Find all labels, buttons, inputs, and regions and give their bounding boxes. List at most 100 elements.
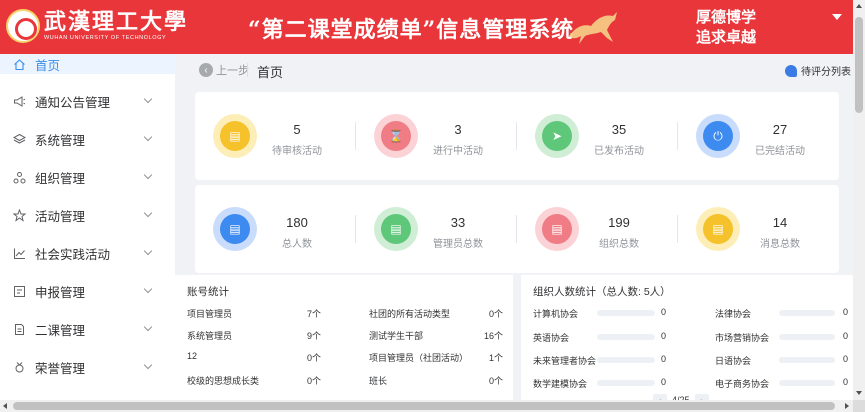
- list-item-value: 0: [661, 377, 667, 387]
- progress-bar: [597, 310, 655, 316]
- scrollbar-thumb[interactable]: [13, 402, 835, 410]
- scroll-right-arrow-icon[interactable]: [845, 403, 849, 409]
- list-item-value: 0: [661, 307, 667, 317]
- list-item: 项目管理员（社团活动）: [369, 353, 469, 363]
- list-item: 系统管理员: [187, 331, 233, 341]
- member-stats-card: ▤ 180 总人数 ▤ 33 管理员总数 ▤ 199 组织总数 ▤ 14 消息总…: [195, 185, 839, 273]
- document-icon: [12, 322, 26, 336]
- chevron-down-icon: [143, 322, 153, 332]
- sidebar-item-social-practice[interactable]: 社会实践活动: [0, 234, 175, 272]
- list-item: 未来管理者协会: [533, 356, 597, 366]
- send-icon: ➤: [542, 121, 572, 151]
- sidebar-item-organization[interactable]: 组织管理: [0, 158, 175, 196]
- list-item: 英语协会: [533, 333, 570, 343]
- galloping-horse-icon: [569, 12, 617, 44]
- vertical-scrollbar[interactable]: [853, 0, 865, 400]
- sidebar-item-activities[interactable]: 活动管理: [0, 196, 175, 234]
- list-item: 计算机协会: [533, 309, 579, 319]
- file-clock-icon: ▤: [381, 214, 411, 244]
- list-item-count: 9个: [306, 331, 321, 341]
- list-item-value: 0: [843, 307, 849, 317]
- scroll-left-arrow-icon[interactable]: [3, 403, 7, 409]
- megaphone-icon: [12, 94, 26, 108]
- sidebar-item-applications[interactable]: 申报管理: [0, 272, 175, 310]
- scroll-up-arrow-icon[interactable]: [856, 4, 862, 8]
- sidebar-item-notices[interactable]: 通知公告管理: [0, 82, 175, 120]
- list-item-count: 7个: [306, 309, 321, 319]
- chevron-down-icon: [143, 170, 153, 180]
- breadcrumb-divider: [247, 63, 248, 77]
- list-item-value: 0: [661, 331, 667, 341]
- list-item-count: 1个: [488, 353, 503, 363]
- logo-chinese-name: 武漢理工大學: [44, 9, 189, 35]
- stat-pending-activities[interactable]: ▤ 5 待审核活动: [195, 92, 355, 180]
- list-item: 测试学生干部: [369, 331, 424, 341]
- stat-total-admins[interactable]: ▤ 33 管理员总数: [356, 185, 516, 273]
- account-stats-panel: 账号统计 项目管理员 7个 系统管理员 9个 12 0个 校级的思想成长类 0个…: [175, 275, 513, 400]
- list-item-count: 0个: [306, 353, 321, 363]
- sidebar-item-system[interactable]: 系统管理: [0, 120, 175, 158]
- home-icon: [12, 57, 26, 71]
- medal-icon: [12, 360, 26, 374]
- stat-completed-activities[interactable]: ⏻ 27 已完结活动: [678, 92, 838, 180]
- form-icon: [12, 284, 26, 298]
- stat-total-messages[interactable]: ▤ 14 消息总数: [678, 185, 838, 273]
- stat-published-activities[interactable]: ➤ 35 已发布活动: [517, 92, 677, 180]
- progress-bar: [779, 310, 835, 316]
- chevron-down-icon: [143, 132, 153, 142]
- file-clock-icon: ▤: [703, 214, 733, 244]
- progress-bar: [597, 357, 655, 363]
- scrollbar-corner: [853, 400, 865, 412]
- horizontal-scrollbar[interactable]: [0, 400, 853, 412]
- stat-total-organizations[interactable]: ▤ 199 组织总数: [517, 185, 677, 273]
- stat-ongoing-activities[interactable]: ⌛ 3 进行中活动: [356, 92, 516, 180]
- power-icon: ⏻: [703, 121, 733, 151]
- chevron-left-icon: ‹: [199, 63, 213, 77]
- list-item: 12: [187, 351, 198, 361]
- progress-bar: [779, 380, 835, 386]
- scrollbar-thumb[interactable]: [855, 17, 863, 113]
- file-icon: ▤: [220, 121, 250, 151]
- file-clock-icon: ▤: [220, 214, 250, 244]
- system-title: “第二课堂成绩单”信息管理系统: [248, 17, 575, 43]
- page-title: 首页: [257, 65, 284, 80]
- university-logo[interactable]: 武漢理工大學 WUHAN UNIVERSITY OF TECHNOLOGY: [6, 9, 188, 43]
- progress-bar: [597, 334, 655, 340]
- star-icon: [12, 208, 26, 222]
- sidebar-item-home[interactable]: 首页: [0, 54, 175, 74]
- line-chart-icon: [12, 246, 26, 260]
- chevron-down-icon: [143, 360, 153, 370]
- list-item: 班长: [369, 376, 388, 386]
- progress-bar: [779, 334, 835, 340]
- sidebar-item-second-classroom[interactable]: 二课管理: [0, 310, 175, 348]
- progress-bar: [779, 357, 835, 363]
- breadcrumb: ‹ 上一步 首页 待评分列表: [175, 54, 853, 86]
- university-motto: 厚德博学 追求卓越: [696, 9, 757, 46]
- progress-bar: [597, 380, 655, 386]
- back-button[interactable]: ‹ 上一步: [199, 62, 249, 78]
- list-item-value: 0: [843, 354, 849, 364]
- sidebar-item-honors[interactable]: 荣誉管理: [0, 348, 175, 386]
- chevron-down-icon: [143, 208, 153, 218]
- list-item-value: 0: [843, 331, 849, 341]
- chevron-down-icon: [143, 94, 153, 104]
- user-menu-chevron-down-icon[interactable]: [832, 14, 842, 20]
- stat-total-people[interactable]: ▤ 180 总人数: [195, 185, 355, 273]
- list-item-count: 0个: [488, 309, 503, 319]
- list-item: 市场营销协会: [715, 333, 770, 343]
- list-item-value: 0: [843, 377, 849, 387]
- layers-icon: [12, 132, 26, 146]
- scroll-down-arrow-icon[interactable]: [856, 391, 862, 395]
- file-clock-icon: ▤: [542, 214, 572, 244]
- app-header: 武漢理工大學 WUHAN UNIVERSITY OF TECHNOLOGY “第…: [0, 0, 853, 54]
- list-item: 社团的所有活动类型: [369, 309, 451, 319]
- activity-stats-card: ▤ 5 待审核活动 ⌛ 3 进行中活动 ➤ 35 已发布活动 ⏻ 27 已完结活…: [195, 92, 839, 180]
- chat-bubble-icon: [785, 64, 797, 77]
- list-item-count: 0个: [488, 376, 503, 386]
- chevron-down-icon: [143, 246, 153, 256]
- list-item: 日语协会: [715, 356, 752, 366]
- pending-score-list-link[interactable]: 待评分列表: [785, 63, 851, 78]
- list-item: 项目管理员: [187, 309, 233, 319]
- hourglass-icon: ⌛: [381, 121, 411, 151]
- list-item: 法律协会: [715, 309, 752, 319]
